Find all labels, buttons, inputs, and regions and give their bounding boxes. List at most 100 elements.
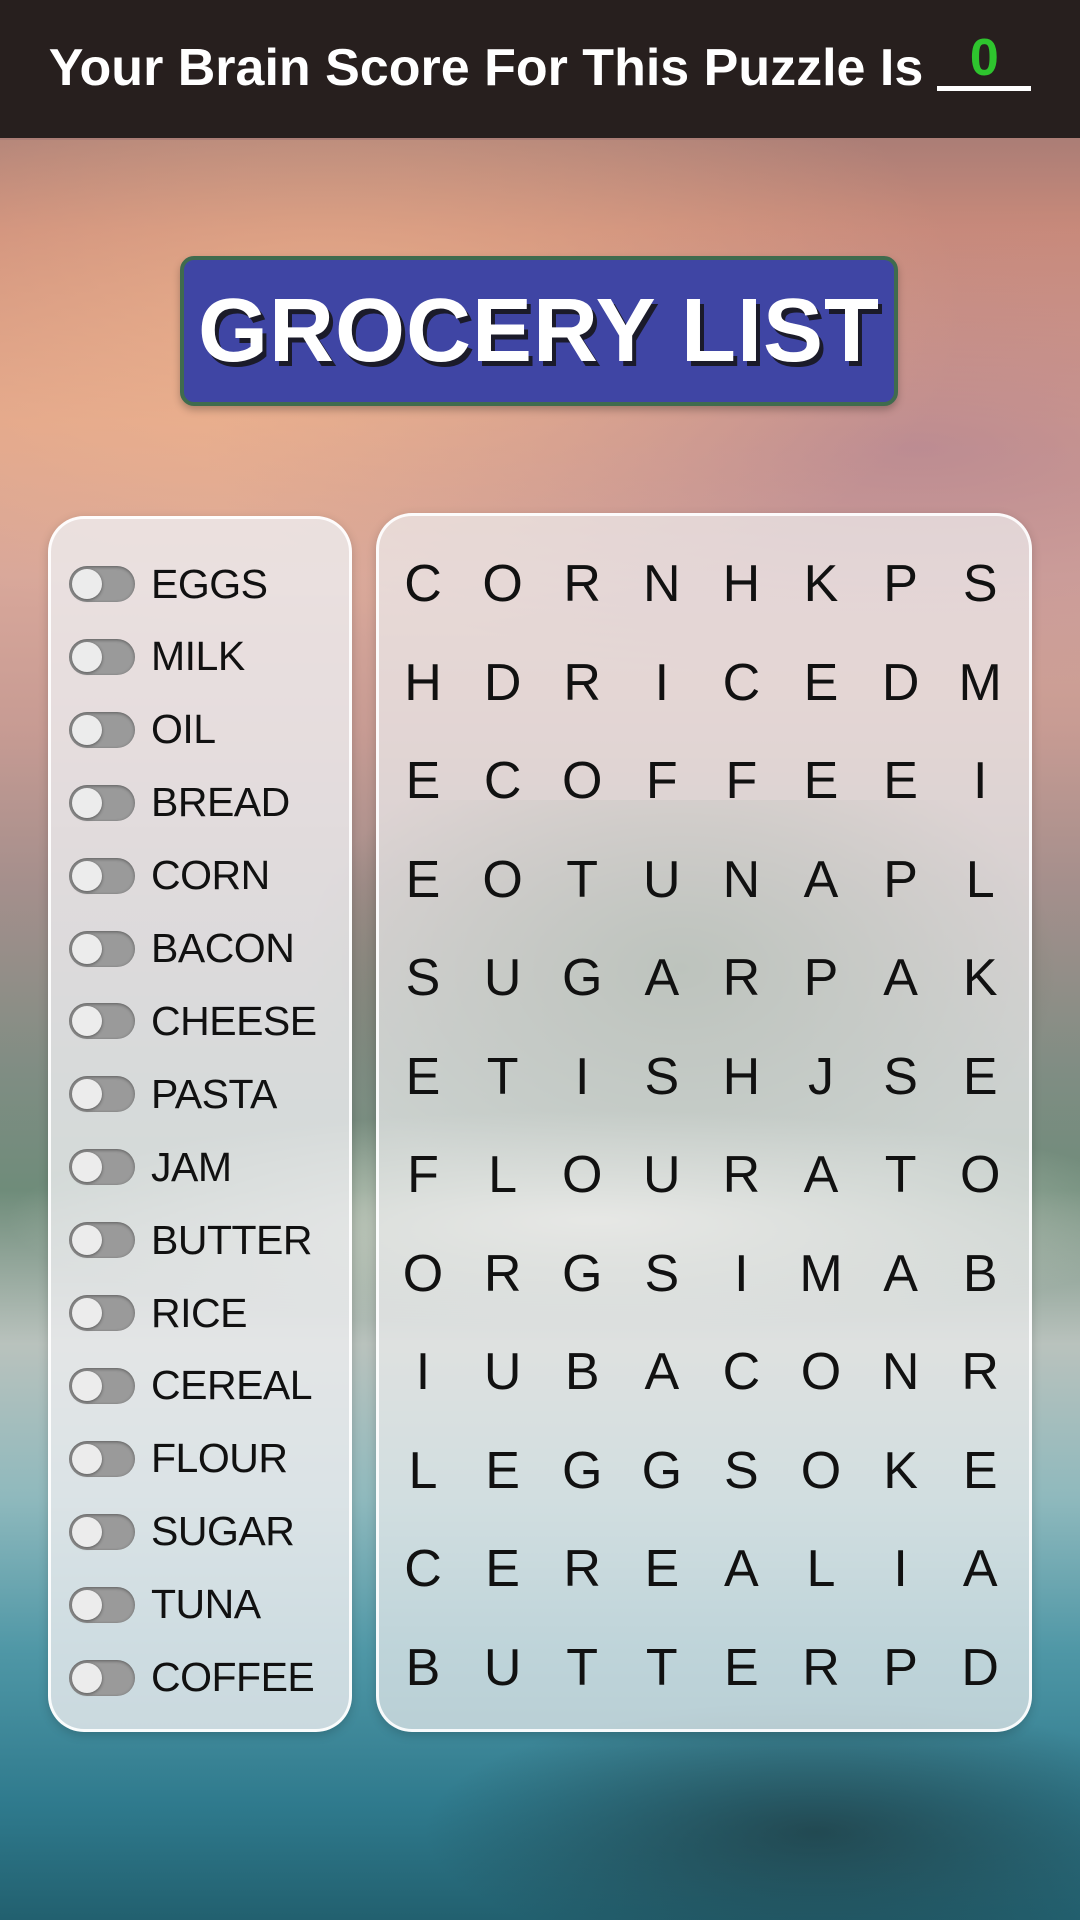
grid-cell[interactable]: O: [383, 1229, 463, 1319]
grid-cell[interactable]: S: [622, 1229, 702, 1319]
grid-cell[interactable]: M: [940, 638, 1020, 728]
grid-cell[interactable]: E: [940, 1426, 1020, 1516]
grid-cell[interactable]: I: [622, 638, 702, 728]
word-found-toggle[interactable]: [69, 1367, 135, 1404]
grid-cell[interactable]: A: [622, 1327, 702, 1417]
word-found-toggle[interactable]: [69, 857, 135, 894]
grid-cell[interactable]: E: [463, 1524, 543, 1614]
word-found-toggle[interactable]: [69, 1513, 135, 1550]
grid-cell[interactable]: H: [383, 638, 463, 728]
grid-cell[interactable]: T: [463, 1032, 543, 1122]
grid-cell[interactable]: F: [622, 736, 702, 826]
grid-cell[interactable]: I: [940, 736, 1020, 826]
grid-cell[interactable]: O: [463, 539, 543, 629]
grid-cell[interactable]: I: [542, 1032, 622, 1122]
grid-cell[interactable]: R: [781, 1623, 861, 1713]
grid-cell[interactable]: C: [463, 736, 543, 826]
grid-cell[interactable]: M: [781, 1229, 861, 1319]
grid-cell[interactable]: K: [940, 933, 1020, 1023]
grid-cell[interactable]: A: [781, 835, 861, 925]
grid-cell[interactable]: B: [940, 1229, 1020, 1319]
word-found-toggle[interactable]: [69, 638, 135, 675]
grid-cell[interactable]: E: [383, 736, 463, 826]
grid-cell[interactable]: S: [383, 933, 463, 1023]
word-list-item[interactable]: CEREAL: [69, 1356, 313, 1416]
grid-cell[interactable]: T: [542, 835, 622, 925]
word-list-item[interactable]: EGGS: [69, 554, 268, 614]
grid-cell[interactable]: G: [622, 1426, 702, 1516]
grid-cell[interactable]: O: [542, 1130, 622, 1220]
grid-cell[interactable]: G: [542, 1426, 622, 1516]
grid-cell[interactable]: K: [781, 539, 861, 629]
grid-cell[interactable]: N: [701, 835, 781, 925]
word-found-toggle[interactable]: [69, 1149, 135, 1186]
grid-cell[interactable]: E: [701, 1623, 781, 1713]
grid-cell[interactable]: S: [701, 1426, 781, 1516]
grid-cell[interactable]: D: [861, 638, 941, 728]
grid-cell[interactable]: G: [542, 933, 622, 1023]
word-found-toggle[interactable]: [69, 1076, 135, 1113]
grid-cell[interactable]: T: [622, 1623, 702, 1713]
grid-cell[interactable]: L: [383, 1426, 463, 1516]
grid-cell[interactable]: A: [861, 933, 941, 1023]
grid-cell[interactable]: P: [861, 539, 941, 629]
grid-cell[interactable]: C: [383, 1524, 463, 1614]
grid-cell[interactable]: K: [861, 1426, 941, 1516]
word-found-toggle[interactable]: [69, 1659, 135, 1696]
word-found-toggle[interactable]: [69, 930, 135, 967]
grid-cell[interactable]: P: [781, 933, 861, 1023]
word-list-item[interactable]: CORN: [69, 846, 270, 906]
grid-cell[interactable]: L: [940, 835, 1020, 925]
grid-cell[interactable]: A: [861, 1229, 941, 1319]
grid-cell[interactable]: R: [701, 933, 781, 1023]
grid-cell[interactable]: R: [701, 1130, 781, 1220]
word-list-item[interactable]: CHEESE: [69, 991, 317, 1051]
word-list-item[interactable]: TUNA: [69, 1575, 261, 1635]
grid-cell[interactable]: R: [940, 1327, 1020, 1417]
word-list-item[interactable]: JAM: [69, 1137, 232, 1197]
grid-cell[interactable]: R: [542, 1524, 622, 1614]
grid-cell[interactable]: S: [940, 539, 1020, 629]
word-found-toggle[interactable]: [69, 1003, 135, 1040]
grid-cell[interactable]: S: [622, 1032, 702, 1122]
grid-cell[interactable]: B: [542, 1327, 622, 1417]
grid-cell[interactable]: R: [463, 1229, 543, 1319]
word-list-item[interactable]: COFFEE: [69, 1648, 315, 1708]
grid-cell[interactable]: R: [542, 638, 622, 728]
grid-cell[interactable]: F: [383, 1130, 463, 1220]
grid-cell[interactable]: E: [940, 1032, 1020, 1122]
grid-cell[interactable]: D: [940, 1623, 1020, 1713]
grid-cell[interactable]: F: [701, 736, 781, 826]
word-found-toggle[interactable]: [69, 1222, 135, 1259]
grid-cell[interactable]: E: [463, 1426, 543, 1516]
grid-cell[interactable]: C: [701, 638, 781, 728]
grid-cell[interactable]: O: [463, 835, 543, 925]
grid-cell[interactable]: E: [781, 638, 861, 728]
grid-cell[interactable]: C: [701, 1327, 781, 1417]
word-list-item[interactable]: BUTTER: [69, 1210, 313, 1270]
grid-cell[interactable]: P: [861, 1623, 941, 1713]
word-list-item[interactable]: RICE: [69, 1283, 247, 1343]
grid-cell[interactable]: P: [861, 835, 941, 925]
word-list-item[interactable]: PASTA: [69, 1064, 277, 1124]
grid-cell[interactable]: I: [861, 1524, 941, 1614]
grid-cell[interactable]: N: [622, 539, 702, 629]
word-list-item[interactable]: BACON: [69, 919, 295, 979]
word-list-item[interactable]: FLOUR: [69, 1429, 288, 1489]
word-found-toggle[interactable]: [69, 1440, 135, 1477]
word-list-item[interactable]: SUGAR: [69, 1502, 295, 1562]
grid-cell[interactable]: T: [861, 1130, 941, 1220]
word-found-toggle[interactable]: [69, 711, 135, 748]
letter-grid[interactable]: CORNHKPSHDRICEDMECOFFEEIEOTUNAPLSUGARPAK…: [379, 516, 1029, 1729]
grid-cell[interactable]: U: [622, 835, 702, 925]
grid-cell[interactable]: O: [542, 736, 622, 826]
grid-cell[interactable]: R: [542, 539, 622, 629]
grid-cell[interactable]: H: [701, 539, 781, 629]
grid-cell[interactable]: G: [542, 1229, 622, 1319]
grid-cell[interactable]: E: [781, 736, 861, 826]
word-list-item[interactable]: OIL: [69, 700, 216, 760]
grid-cell[interactable]: T: [542, 1623, 622, 1713]
grid-cell[interactable]: I: [383, 1327, 463, 1417]
grid-cell[interactable]: E: [383, 1032, 463, 1122]
grid-cell[interactable]: U: [463, 933, 543, 1023]
